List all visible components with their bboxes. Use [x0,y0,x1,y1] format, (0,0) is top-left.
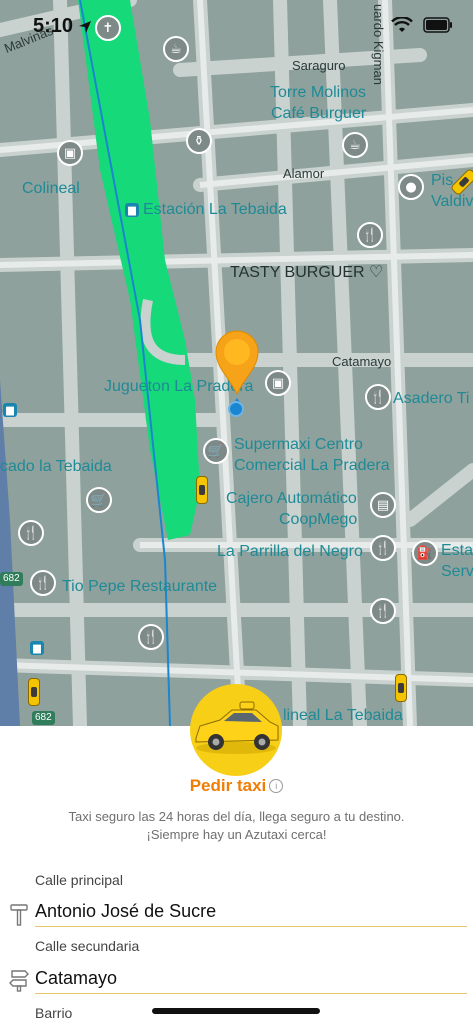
restaurant-icon[interactable]: 🍴 [370,535,396,561]
panel-title: Pedir taxi [189,776,267,795]
coffee-icon[interactable]: ☕ [342,132,368,158]
poi-supermaxi-line1[interactable]: Supermaxi Centro [234,436,363,454]
poi-torre-molinos[interactable]: Torre Molinos [270,84,366,102]
poi-tio-pepe[interactable]: Tio Pepe Restaurante [62,578,217,596]
restaurant-icon[interactable]: 🍴 [370,598,396,624]
taxi-avatar-icon [190,684,282,776]
poi-parrilla[interactable]: La Parrilla del Negro [217,543,363,561]
secondary-street-label: Calle secundaria [35,938,140,954]
poi-asadero[interactable]: Asadero Ti [393,390,469,408]
poi-supermaxi-line2[interactable]: Comercial La Pradera [234,457,390,475]
place-pin-icon[interactable]: ● [398,174,424,200]
route-badge: 682 [0,572,23,586]
poi-cajero-line2[interactable]: CoopMego [279,511,357,529]
restaurant-icon[interactable]: 🍴 [138,624,164,650]
shopping-cart-icon[interactable]: 🛒 [86,487,112,513]
restaurant-icon[interactable]: 🍴 [18,520,44,546]
poi-pis[interactable]: Pis [431,172,453,190]
restaurant-icon[interactable]: 🍴 [365,384,391,410]
status-bar: 5:10 [0,0,473,56]
map-view[interactable]: Saraguro Alamor Catamayo Malvinas uardo … [0,0,473,726]
panel-title-row: Pedir taxi i [0,776,473,796]
shopping-bag-icon[interactable]: ▣ [265,370,291,396]
bus-stop-icon[interactable]: ▆ [3,403,17,417]
poi-mercado[interactable]: cado la Tebaida [0,458,112,476]
mortar-icon[interactable]: ⚱ [186,128,212,154]
poi-esta[interactable]: Esta [441,542,473,560]
restaurant-icon[interactable]: 🍴 [30,570,56,596]
info-icon[interactable]: i [269,779,284,793]
neighborhood-label: Barrio [35,1005,73,1021]
taxi-marker[interactable] [28,678,40,706]
battery-icon [423,17,452,33]
restaurant-icon[interactable]: 🍴 [357,222,383,248]
description-line: ¡Siempre hay un Azutaxi cerca! [146,827,327,842]
status-time: 5:10 [33,15,74,37]
wifi-icon [391,17,413,32]
shopping-cart-icon[interactable]: 🛒 [203,438,229,464]
street-sign-icon [10,904,28,926]
route-badge: 682 [32,711,55,725]
road-label-saraguro: Saraguro [292,58,346,73]
panel-description: Taxi seguro las 24 horas del día, llega … [0,808,473,844]
main-street-label: Calle principal [35,872,123,888]
directions-sign-icon [9,970,29,992]
description-line: Taxi seguro las 24 horas del día, llega … [68,809,405,824]
road-label-catamayo: Catamayo [332,354,392,369]
bus-stop-icon[interactable]: ▆ [30,641,44,655]
location-arrow-icon [79,21,91,33]
user-location-dot [228,401,244,417]
poi-serv[interactable]: Serv [441,563,473,581]
poi-estacion[interactable]: Estación La Tebaida [143,201,287,219]
poi-colineal[interactable]: Colineal [22,180,80,198]
bus-stop-icon[interactable]: ▆ [125,203,139,217]
poi-tasty-burguer[interactable]: TASTY BURGUER ♡ [230,262,383,282]
main-street-field[interactable]: Antonio José de Sucre [35,901,467,927]
pickup-pin-icon[interactable] [212,326,262,406]
taxi-marker[interactable] [196,476,208,504]
poi-colineal-tebaida[interactable]: lineal La Tebaida [283,707,403,725]
poi-cafe-burguer[interactable]: Café Burguer [271,105,366,123]
home-indicator[interactable] [152,1008,320,1014]
secondary-street-field[interactable]: Catamayo [35,968,467,994]
shopping-bag-icon[interactable]: ▣ [57,140,83,166]
road-label-alamor: Alamor [283,166,325,181]
atm-icon[interactable]: ▤ [370,492,396,518]
poi-cajero-line1[interactable]: Cajero Automático [226,490,357,508]
taxi-marker[interactable] [395,674,407,702]
poi-valdiv[interactable]: Valdiv [431,193,473,211]
gas-station-icon[interactable]: ⛽ [412,540,438,566]
